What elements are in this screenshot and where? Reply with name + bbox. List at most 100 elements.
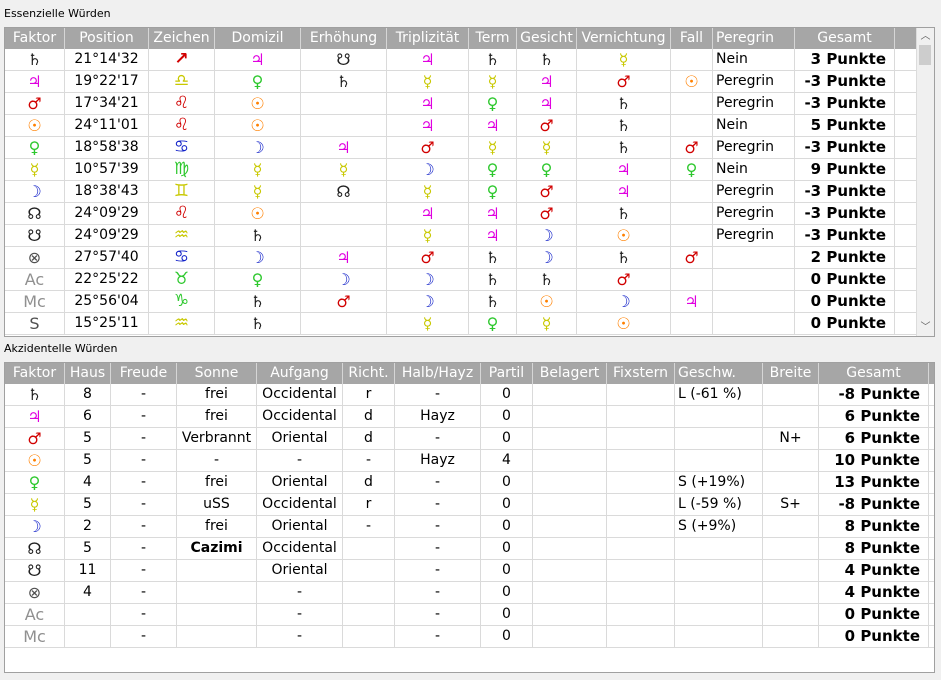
accidental-header-freude[interactable]: Freude — [111, 363, 177, 384]
essential-scrollbar[interactable]: ︿ ﹀ — [916, 28, 934, 336]
cell-belagert — [533, 626, 607, 647]
planet-glyph-icon: ♂ — [27, 93, 42, 113]
cell-belagert — [533, 560, 607, 581]
essential-header-trip[interactable]: Triplizität — [387, 28, 469, 49]
essential-header-position[interactable]: Position — [65, 28, 149, 49]
cell-richt — [343, 604, 395, 625]
cell-peregrin: Peregrin — [713, 93, 795, 114]
cell-fall — [671, 269, 713, 290]
cell-gesamt: 6 Punkte — [819, 428, 929, 449]
table-row[interactable]: ⊗ 27°57'40 ♋ ☽ ♃ ♂ ♄ ☽ ♄ ♂ 2 Punkte — [5, 247, 934, 269]
essential-header-erhoehung[interactable]: Erhöhung — [301, 28, 387, 49]
cell-text: - — [296, 452, 303, 468]
table-row[interactable]: ☊ 24°09'29 ♌ ☉ ♃ ♃ ♂ ♄ Peregrin -3 Punkte — [5, 203, 934, 225]
cell-text: - — [140, 518, 147, 534]
table-row[interactable]: ♃ 6 - frei Occidental d Hayz 0 6 Punkte — [5, 406, 934, 428]
table-row[interactable]: Mc 25°56'04 ♑ ♄ ♂ ☽ ♄ ☉ ☽ ♃ 0 Punkte — [5, 291, 934, 313]
cell-partil: 0 — [481, 604, 533, 625]
accidental-header-gesamt[interactable]: Gesamt — [819, 363, 929, 384]
accidental-header-belagert[interactable]: Belagert — [533, 363, 607, 384]
cell-freude: - — [111, 384, 177, 405]
cell-text: frei — [205, 386, 228, 402]
cell-aufgang: Oriental — [257, 516, 343, 537]
cell-text: 3 Punkte — [810, 50, 886, 68]
cell-geschw — [675, 428, 763, 449]
planet-glyph-icon: ☿ — [338, 159, 349, 179]
cell-hayz: - — [395, 604, 481, 625]
essential-header-term[interactable]: Term — [469, 28, 517, 49]
accidental-header-haus[interactable]: Haus — [65, 363, 111, 384]
table-row[interactable]: Ac - - - 0 0 Punkte — [5, 604, 934, 626]
table-row[interactable]: ⊗ 4 - - - 0 4 Punkte — [5, 582, 934, 604]
essential-header-vern[interactable]: Vernichtung — [577, 28, 671, 49]
essential-header-sign[interactable]: Zeichen — [149, 28, 215, 49]
cell-breite — [763, 472, 819, 493]
cell-term: ♄ — [469, 291, 517, 312]
cell-text: 8 — [83, 386, 92, 402]
table-row[interactable]: S 15°25'11 ♒ ♄ ☿ ♀ ☿ ☉ 0 Punkte — [5, 313, 934, 335]
essential-header-fall[interactable]: Fall — [671, 28, 713, 49]
table-row[interactable]: ☿ 10°57'39 ♍ ☿ ☿ ☽ ♀ ♀ ♃ ♀ Nein 9 Punkte — [5, 159, 934, 181]
essential-header-domizil[interactable]: Domizil — [215, 28, 301, 49]
table-row[interactable]: ☉ 5 - - - - Hayz 4 10 Punkte — [5, 450, 934, 472]
cell-fall — [671, 203, 713, 224]
table-row[interactable]: ♀ 4 - frei Oriental d - 0 S (+19%) 13 Punkte — [5, 472, 934, 494]
planet-glyph-icon: ♄ — [250, 291, 265, 311]
cell-aufgang: - — [257, 582, 343, 603]
cell-aufgang: Occidental — [257, 494, 343, 515]
cell-text: 4 — [83, 474, 92, 490]
table-row[interactable]: ☉ 24°11'01 ♌ ☉ ♃ ♃ ♂ ♄ Nein 5 Punkte — [5, 115, 934, 137]
cell-text: - — [296, 628, 303, 644]
accidental-header-aufgang[interactable]: Aufgang — [257, 363, 343, 384]
table-row[interactable]: ☋ 11 - Oriental - 0 4 Punkte — [5, 560, 934, 582]
accidental-header-sonne[interactable]: Sonne — [177, 363, 257, 384]
table-row[interactable]: ☽ 18°38'43 ♊ ☿ ☊ ☿ ♀ ♂ ♃ Peregrin -3 Punkte — [5, 181, 934, 203]
table-row[interactable]: Mc - - - 0 0 Punkte — [5, 626, 934, 648]
essential-dignities-table[interactable]: Faktor Position Zeichen Domizil Erhöhung Trip… — [4, 27, 935, 337]
cell-text: 8 Punkte — [844, 539, 920, 557]
accidental-header-factor[interactable]: Faktor — [5, 363, 65, 384]
planet-glyph-icon: ☉ — [250, 203, 265, 223]
cell-haus: 5 — [65, 494, 111, 515]
table-row[interactable]: ♀ 18°58'38 ♋ ☽ ♃ ♂ ☿ ☿ ♄ ♂ Peregrin -3 Punkte — [5, 137, 934, 159]
planet-glyph-icon: ♄ — [27, 49, 42, 69]
cell-gesicht: ♃ — [517, 93, 577, 114]
cell-gesicht: ☿ — [517, 313, 577, 334]
accidental-dignities-table[interactable]: Faktor Haus Freude Sonne Aufgang Richt. Halb/H… — [4, 362, 935, 673]
chevron-up-icon[interactable]: ︿ — [917, 28, 934, 45]
table-row[interactable]: ☊ 5 - Cazimi Occidental - 0 8 Punkte — [5, 538, 934, 560]
table-row[interactable]: ♄ 21°14'32 ↗ ♃ ☋ ♃ ♄ ♄ ☿ Nein 3 Punkte — [5, 49, 934, 71]
scroll-thumb[interactable] — [919, 45, 931, 65]
planet-glyph-icon: ☉ — [684, 71, 699, 91]
cell-vern: ♂ — [577, 269, 671, 290]
planet-glyph-icon: ♄ — [539, 269, 554, 289]
table-row[interactable]: Ac 22°25'22 ♉ ♀ ☽ ☽ ♄ ♄ ♂ 0 Punkte — [5, 269, 934, 291]
cell-erhoehung: ☊ — [301, 181, 387, 202]
cell-text: Hayz — [420, 452, 455, 468]
accidental-header-fixstern[interactable]: Fixstern — [607, 363, 675, 384]
table-row[interactable]: ♂ 5 - Verbrannt Oriental d - 0 N+ 6 Punkte — [5, 428, 934, 450]
essential-header-factor[interactable]: Faktor — [5, 28, 65, 49]
chevron-down-icon[interactable]: ﹀ — [917, 319, 934, 336]
table-row[interactable]: ☿ 5 - uSS Occidental r - 0 L (-59 %) S+ -8 Punkte — [5, 494, 934, 516]
accidental-header-richt[interactable]: Richt. — [343, 363, 395, 384]
accidental-header-hayz[interactable]: Halb/Hayz — [395, 363, 481, 384]
table-row[interactable]: ♂ 17°34'21 ♌ ☉ ♃ ♀ ♃ ♄ Peregrin -3 Punkte — [5, 93, 934, 115]
accidental-header-geschw[interactable]: Geschw. — [675, 363, 763, 384]
essential-header-gesicht[interactable]: Gesicht — [517, 28, 577, 49]
accidental-header-partil[interactable]: Partil — [481, 363, 533, 384]
table-row[interactable]: ♄ 8 - frei Occidental r - 0 L (-61 %) -8 Punkte — [5, 384, 934, 406]
cell-vern: ♄ — [577, 115, 671, 136]
essential-header-peregrin[interactable]: Peregrin — [713, 28, 795, 49]
cell-haus: 2 — [65, 516, 111, 537]
essential-header-gesamt[interactable]: Gesamt — [795, 28, 895, 49]
planet-glyph-icon: ☋ — [336, 49, 351, 69]
planet-glyph-icon: ☽ — [27, 181, 42, 201]
table-row[interactable]: ☋ 24°09'29 ♒ ♄ ☿ ♃ ☽ ☉ Peregrin -3 Punkte — [5, 225, 934, 247]
table-row[interactable]: ♃ 19°22'17 ♎ ♀ ♄ ☿ ☿ ♃ ♂ ☉ Peregrin -3 Punkte — [5, 71, 934, 93]
accidental-header-breite[interactable]: Breite — [763, 363, 819, 384]
table-row[interactable]: ☽ 2 - frei Oriental - - 0 S (+9%) 8 Punkte — [5, 516, 934, 538]
cell-text: Occidental — [262, 540, 337, 556]
cell-text: 19°22'17 — [74, 73, 139, 89]
cell-partil: 0 — [481, 406, 533, 427]
